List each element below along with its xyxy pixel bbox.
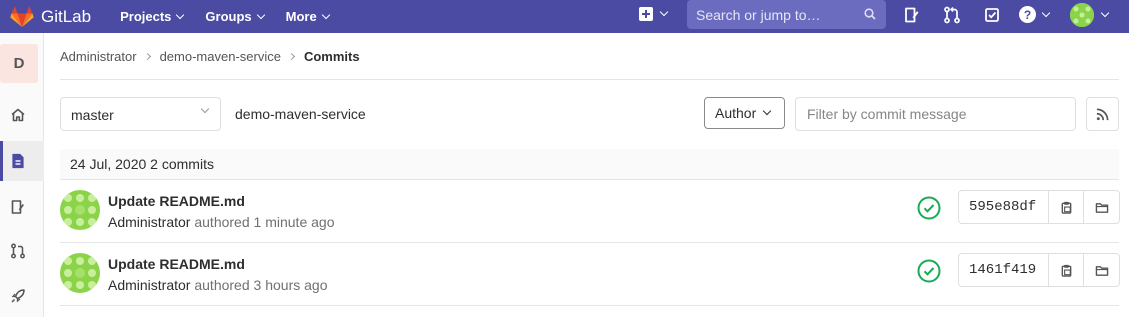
brand-name: GitLab: [41, 6, 92, 26]
chevron-down-icon: [1041, 8, 1051, 17]
project-sidebar: D: [0, 33, 44, 317]
author-filter-dropdown[interactable]: Author: [704, 97, 785, 129]
pipeline-passed-icon[interactable]: [917, 196, 941, 220]
new-dropdown-button[interactable]: [639, 7, 669, 21]
commit-author-avatar[interactable]: [60, 190, 100, 230]
commit-row: Update README.md Administrator authored …: [60, 243, 1120, 306]
main-menu: Projects Groups More: [120, 9, 351, 24]
commit-title-link[interactable]: Update README.md: [108, 193, 245, 209]
commit-time: 3 hours ago: [253, 277, 328, 293]
gitlab-tanuki-icon: [10, 5, 34, 27]
commit-author-avatar[interactable]: [60, 253, 100, 293]
commit-day-header: 24 Jul, 2020 2 commits: [60, 149, 1119, 180]
commit-sha-group: 595e88df: [958, 190, 1120, 224]
project-path[interactable]: demo-maven-service: [235, 106, 366, 122]
commit-sha[interactable]: 595e88df: [959, 191, 1049, 223]
user-menu[interactable]: [1070, 3, 1110, 27]
pipeline-passed-icon[interactable]: [917, 259, 941, 283]
rocket-icon[interactable]: [10, 288, 26, 304]
breadcrumb: Administrator demo-maven-service Commits: [60, 49, 360, 64]
commit-row: Update README.md Administrator authored …: [60, 180, 1120, 243]
menu-projects[interactable]: Projects: [120, 9, 185, 24]
menu-groups-label: Groups: [205, 9, 252, 24]
project-avatar[interactable]: D: [0, 44, 38, 83]
chevron-right-icon: [287, 52, 295, 61]
browse-files-button[interactable]: [1084, 254, 1119, 286]
chevron-down-icon: [321, 10, 330, 19]
breadcrumb-link-project[interactable]: demo-maven-service: [160, 49, 281, 64]
copy-sha-button[interactable]: [1049, 254, 1084, 286]
commit-title-link[interactable]: Update README.md: [108, 256, 245, 272]
chevron-down-icon: [176, 10, 185, 19]
chevron-down-icon: [200, 104, 210, 114]
menu-groups[interactable]: Groups: [205, 9, 265, 24]
commit-meta: Administrator authored 1 minute ago: [108, 214, 334, 230]
search-box[interactable]: [687, 0, 886, 29]
copy-sha-button[interactable]: [1049, 191, 1084, 223]
top-navbar: GitLab Projects Groups More ?: [0, 0, 1129, 33]
folder-icon: [1095, 265, 1108, 276]
chevron-right-icon: [143, 52, 151, 61]
commit-verb: authored: [194, 214, 250, 230]
rss-feed-button[interactable]: [1086, 97, 1119, 131]
header-divider: [60, 79, 1119, 80]
merge-requests-icon[interactable]: [943, 6, 961, 24]
breadcrumb-current[interactable]: Commits: [304, 49, 360, 64]
chevron-down-icon: [1100, 8, 1110, 18]
gitlab-logo[interactable]: GitLab: [10, 5, 92, 28]
commit-sha-group: 1461f419: [958, 253, 1120, 287]
browse-files-button[interactable]: [1084, 191, 1119, 223]
clipboard-icon: [1061, 201, 1071, 214]
commit-author-link[interactable]: Administrator: [108, 277, 190, 293]
folder-icon: [1095, 202, 1108, 213]
commit-message-filter-input[interactable]: [795, 97, 1076, 131]
rss-icon: [1096, 108, 1109, 120]
commit-meta: Administrator authored 3 hours ago: [108, 277, 327, 293]
menu-projects-label: Projects: [120, 9, 172, 24]
chevron-down-icon: [659, 7, 669, 17]
search-input[interactable]: [696, 6, 856, 23]
clipboard-icon: [1061, 264, 1071, 277]
branch-selector[interactable]: master: [60, 97, 221, 131]
search-icon: [864, 8, 876, 20]
todos-issues-icon[interactable]: [903, 6, 921, 24]
help-dropdown[interactable]: ?: [1019, 6, 1051, 23]
user-avatar: [1070, 3, 1094, 27]
repository-icon[interactable]: [10, 153, 26, 169]
author-filter-label: Author: [715, 105, 757, 121]
commit-author-link[interactable]: Administrator: [108, 214, 190, 230]
merge-request-icon[interactable]: [10, 243, 26, 259]
plus-icon: [639, 7, 653, 21]
issues-icon[interactable]: [10, 199, 26, 215]
chevron-down-icon: [763, 106, 772, 116]
help-icon: ?: [1019, 6, 1036, 23]
commit-sha[interactable]: 1461f419: [959, 254, 1049, 286]
breadcrumb-link-administrator[interactable]: Administrator: [60, 49, 137, 64]
menu-more[interactable]: More: [285, 9, 330, 24]
menu-more-label: More: [285, 9, 317, 24]
todo-checkbox-icon[interactable]: [983, 6, 1001, 24]
chevron-down-icon: [256, 10, 265, 19]
branch-selector-value: master: [71, 107, 114, 123]
commit-time: 1 minute ago: [253, 214, 335, 230]
commit-verb: authored: [194, 277, 250, 293]
home-icon[interactable]: [10, 107, 26, 123]
